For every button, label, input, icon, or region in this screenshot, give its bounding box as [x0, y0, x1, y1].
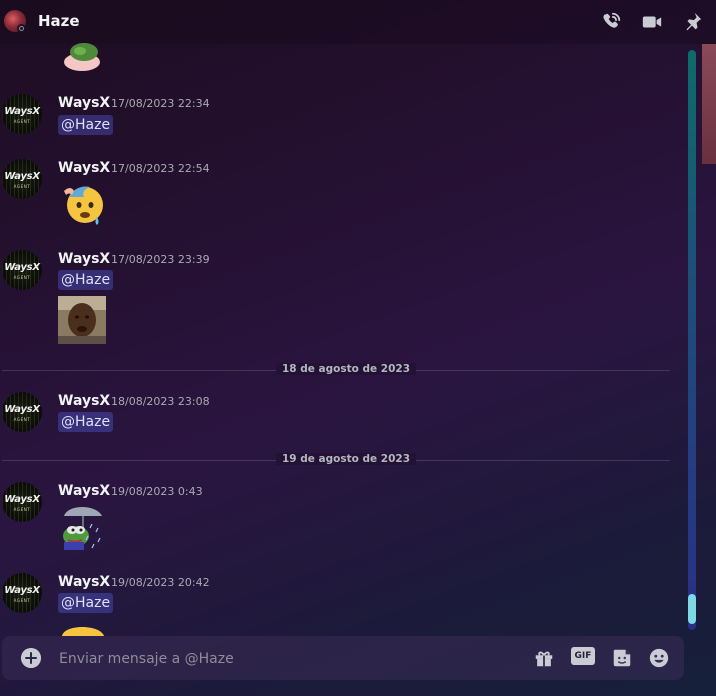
status-offline-icon	[17, 24, 26, 33]
message-item: WaysX AGENT WaysX 17/08/2023 22:34 @Haze	[0, 92, 680, 142]
message-item: WaysX AGENT WaysX 19/08/2023 20:42 @Haze	[0, 571, 680, 636]
photo-thumbnail-image[interactable]	[58, 296, 106, 344]
sticker-icon[interactable]	[610, 647, 634, 669]
avatar[interactable]: WaysX AGENT	[2, 392, 42, 432]
message-item: WaysX AGENT WaysX 17/08/2023 22:54	[0, 157, 680, 232]
user-mention[interactable]: @Haze	[58, 115, 114, 135]
avatar[interactable]: WaysX AGENT	[2, 482, 42, 522]
avatar-sub-text: AGENT	[13, 275, 31, 280]
avatar-logo-text: WaysX	[4, 404, 40, 415]
sticker-attachment-partial[interactable]	[60, 42, 104, 72]
avatar-logo-text: WaysX	[4, 494, 40, 505]
gift-icon[interactable]	[532, 647, 556, 669]
avatar-logo-text: WaysX	[4, 171, 40, 182]
avatar-sub-text: AGENT	[13, 598, 31, 603]
sweating-emoji-icon[interactable]	[58, 183, 108, 229]
message-timestamp: 19/08/2023 20:42	[111, 576, 210, 589]
pin-icon[interactable]	[681, 11, 703, 33]
avatar[interactable]: WaysX AGENT	[2, 573, 42, 613]
message-input[interactable]	[57, 643, 521, 675]
message-timestamp: 17/08/2023 22:54	[111, 162, 210, 175]
phone-call-icon[interactable]	[600, 11, 622, 33]
message-author[interactable]: WaysX	[58, 251, 110, 267]
emoji-icon[interactable]	[647, 647, 671, 669]
scrollbar-thumb[interactable]	[688, 594, 696, 624]
avatar-sub-text: AGENT	[13, 184, 31, 189]
message-author[interactable]: WaysX	[58, 95, 110, 111]
message-timestamp: 17/08/2023 22:34	[111, 97, 210, 110]
message-author[interactable]: WaysX	[58, 160, 110, 176]
side-panel-edge	[702, 44, 716, 164]
message-timestamp: 17/08/2023 23:39	[111, 253, 210, 266]
avatar-logo-text: WaysX	[4, 106, 40, 117]
avatar-sub-text: AGENT	[13, 507, 31, 512]
date-divider-label: 19 de agosto de 2023	[276, 453, 417, 465]
avatar[interactable]: WaysX AGENT	[2, 250, 42, 290]
video-camera-icon[interactable]	[641, 11, 663, 33]
message-author[interactable]: WaysX	[58, 574, 110, 590]
message-item: WaysX AGENT WaysX 17/08/2023 23:39 @Haze	[0, 248, 680, 348]
channel-header: Haze	[0, 0, 716, 44]
scrollbar-track[interactable]	[688, 50, 696, 630]
message-item: WaysX AGENT WaysX 18/08/2023 23:08 @Haze	[0, 390, 680, 440]
message-timestamp: 19/08/2023 0:43	[111, 485, 203, 498]
message-author[interactable]: WaysX	[58, 483, 110, 499]
message-timestamp: 18/08/2023 23:08	[111, 395, 210, 408]
frog-umbrella-sticker-icon[interactable]	[58, 502, 106, 552]
yellow-emoji-icon[interactable]	[60, 622, 106, 636]
user-mention[interactable]: @Haze	[58, 412, 114, 432]
user-mention[interactable]: @Haze	[58, 593, 114, 613]
avatar-logo-text: WaysX	[4, 585, 40, 596]
user-mention[interactable]: @Haze	[58, 270, 114, 290]
avatar-sub-text: AGENT	[13, 417, 31, 422]
page-title: Haze	[38, 12, 80, 30]
message-author[interactable]: WaysX	[58, 393, 110, 409]
add-icon[interactable]	[21, 648, 41, 668]
avatar[interactable]: WaysX AGENT	[2, 159, 42, 199]
gif-icon[interactable]: GIF	[571, 647, 595, 665]
avatar-logo-text: WaysX	[4, 262, 40, 273]
message-item: WaysX AGENT WaysX 19/08/2023 0:43	[0, 480, 680, 555]
avatar-sub-text: AGENT	[13, 119, 31, 124]
avatar[interactable]: WaysX AGENT	[2, 94, 42, 134]
date-divider-label: 18 de agosto de 2023	[276, 363, 417, 375]
